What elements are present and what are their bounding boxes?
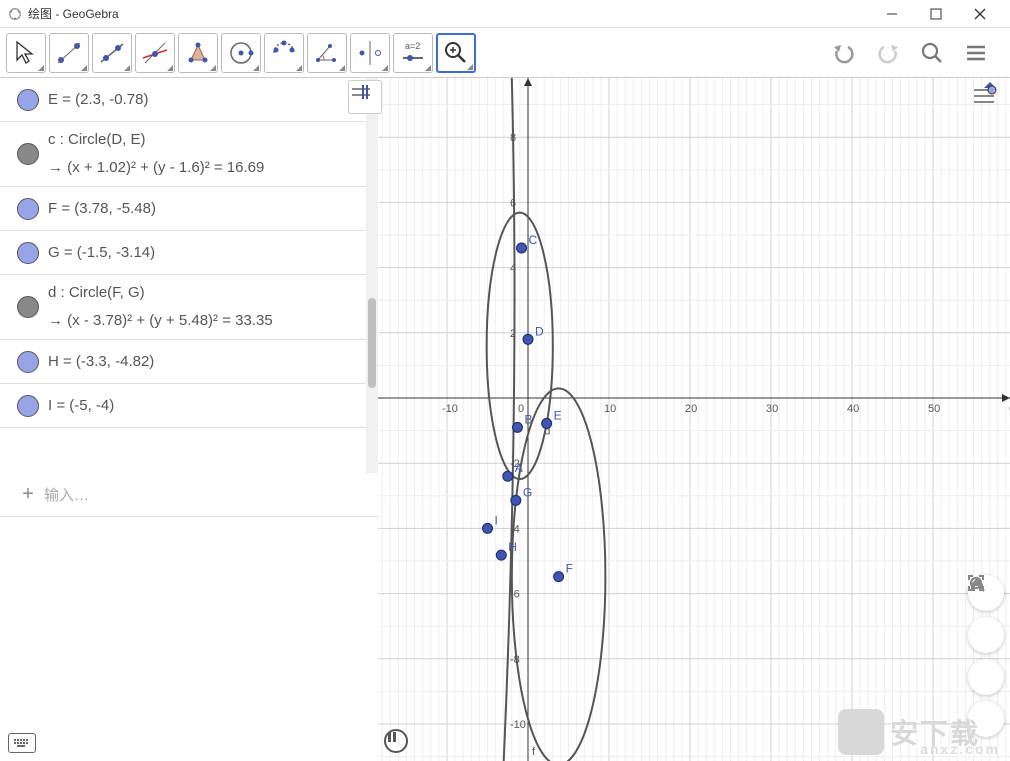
- graphics-settings-button[interactable]: [970, 80, 1004, 114]
- svg-text:G: G: [523, 485, 532, 499]
- algebra-expression: c : Circle(D, E)→ (x + 1.02)² + (y - 1.6…: [48, 128, 369, 180]
- scrollbar[interactable]: [366, 78, 378, 473]
- algebra-row[interactable]: I = (-5, -4): [0, 384, 377, 428]
- algebra-row[interactable]: G = (-1.5, -3.14): [0, 231, 377, 275]
- svg-text:20: 20: [685, 403, 697, 415]
- tool-line[interactable]: [92, 33, 132, 73]
- tool-perpendicular[interactable]: [135, 33, 175, 73]
- menu-button[interactable]: [958, 35, 994, 71]
- algebra-row[interactable]: d : Circle(F, G)→ (x - 3.78)² + (y + 5.4…: [0, 275, 377, 340]
- stylebar-toggle[interactable]: [348, 80, 382, 114]
- algebra-expression: E = (2.3, -0.78): [48, 88, 369, 112]
- minimize-button[interactable]: [870, 0, 914, 28]
- redo-button[interactable]: [870, 35, 906, 71]
- maximize-button[interactable]: [914, 0, 958, 28]
- algebra-expression: G = (-1.5, -3.14): [48, 241, 369, 265]
- tool-zoom[interactable]: [436, 33, 476, 73]
- tool-slider[interactable]: a=2: [393, 33, 433, 73]
- svg-text:0: 0: [518, 403, 524, 415]
- search-button[interactable]: [914, 35, 950, 71]
- svg-text:E: E: [554, 408, 562, 422]
- algebra-row[interactable]: F = (3.78, -5.48): [0, 187, 377, 231]
- window-title: 绘图 - GeoGebra: [28, 5, 119, 22]
- tool-move[interactable]: [6, 33, 46, 73]
- svg-text:A: A: [515, 461, 523, 475]
- tool-angle[interactable]: [307, 33, 347, 73]
- visibility-toggle[interactable]: [8, 242, 48, 264]
- keyboard-button[interactable]: [8, 733, 36, 753]
- tool-circle-3pts[interactable]: [264, 33, 304, 73]
- fullscreen-button[interactable]: [968, 701, 1004, 737]
- svg-text:C: C: [529, 233, 538, 247]
- svg-text:40: 40: [847, 403, 859, 415]
- zoom-out-button[interactable]: [968, 659, 1004, 695]
- algebra-expression: H = (-3.3, -4.82): [48, 350, 369, 374]
- visibility-toggle[interactable]: [8, 351, 48, 373]
- visibility-toggle[interactable]: [8, 395, 48, 417]
- algebra-expression: d : Circle(F, G)→ (x - 3.78)² + (y + 5.4…: [48, 281, 369, 333]
- svg-text:50: 50: [928, 403, 940, 415]
- svg-text:D: D: [535, 324, 544, 338]
- titlebar: 绘图 - GeoGebra: [0, 0, 1010, 28]
- visibility-toggle[interactable]: [8, 296, 48, 318]
- toolbar: a=2: [0, 28, 1010, 78]
- input-row[interactable]: + 输入…: [0, 473, 378, 517]
- add-icon: +: [12, 483, 44, 506]
- graphics-view[interactable]: -1001020304050608642-2-4-6-8-10fdABCDEFG…: [378, 78, 1010, 761]
- algebra-row[interactable]: E = (2.3, -0.78): [0, 78, 377, 122]
- visibility-toggle[interactable]: [8, 143, 48, 165]
- zoom-in-button[interactable]: [968, 617, 1004, 653]
- undo-button[interactable]: [826, 35, 862, 71]
- close-button[interactable]: [958, 0, 1002, 28]
- scroll-thumb[interactable]: [368, 298, 376, 388]
- svg-text:30: 30: [766, 403, 778, 415]
- svg-text:B: B: [524, 412, 532, 426]
- play-pause-button[interactable]: [384, 729, 408, 753]
- algebra-row[interactable]: H = (-3.3, -4.82): [0, 340, 377, 384]
- tool-polygon[interactable]: [178, 33, 218, 73]
- svg-text:I: I: [495, 513, 498, 527]
- svg-text:F: F: [566, 562, 573, 576]
- tool-point[interactable]: [49, 33, 89, 73]
- algebra-expression: I = (-5, -4): [48, 394, 369, 418]
- algebra-row[interactable]: c : Circle(D, E)→ (x + 1.02)² + (y - 1.6…: [0, 122, 377, 187]
- svg-text:-10: -10: [510, 719, 526, 731]
- tool-circle-center[interactable]: [221, 33, 261, 73]
- svg-text:-8: -8: [510, 654, 520, 666]
- input-placeholder: 输入…: [44, 484, 89, 505]
- algebra-view: E = (2.3, -0.78) c : Circle(D, E)→ (x + …: [0, 78, 378, 761]
- algebra-expression: F = (3.78, -5.48): [48, 197, 369, 221]
- visibility-toggle[interactable]: [8, 89, 48, 111]
- svg-text:-10: -10: [442, 403, 458, 415]
- svg-text:10: 10: [604, 403, 616, 415]
- visibility-toggle[interactable]: [8, 198, 48, 220]
- geogebra-logo-icon: [8, 7, 22, 21]
- tool-reflect[interactable]: [350, 33, 390, 73]
- svg-text:H: H: [508, 540, 517, 554]
- svg-text:a=2: a=2: [405, 41, 420, 51]
